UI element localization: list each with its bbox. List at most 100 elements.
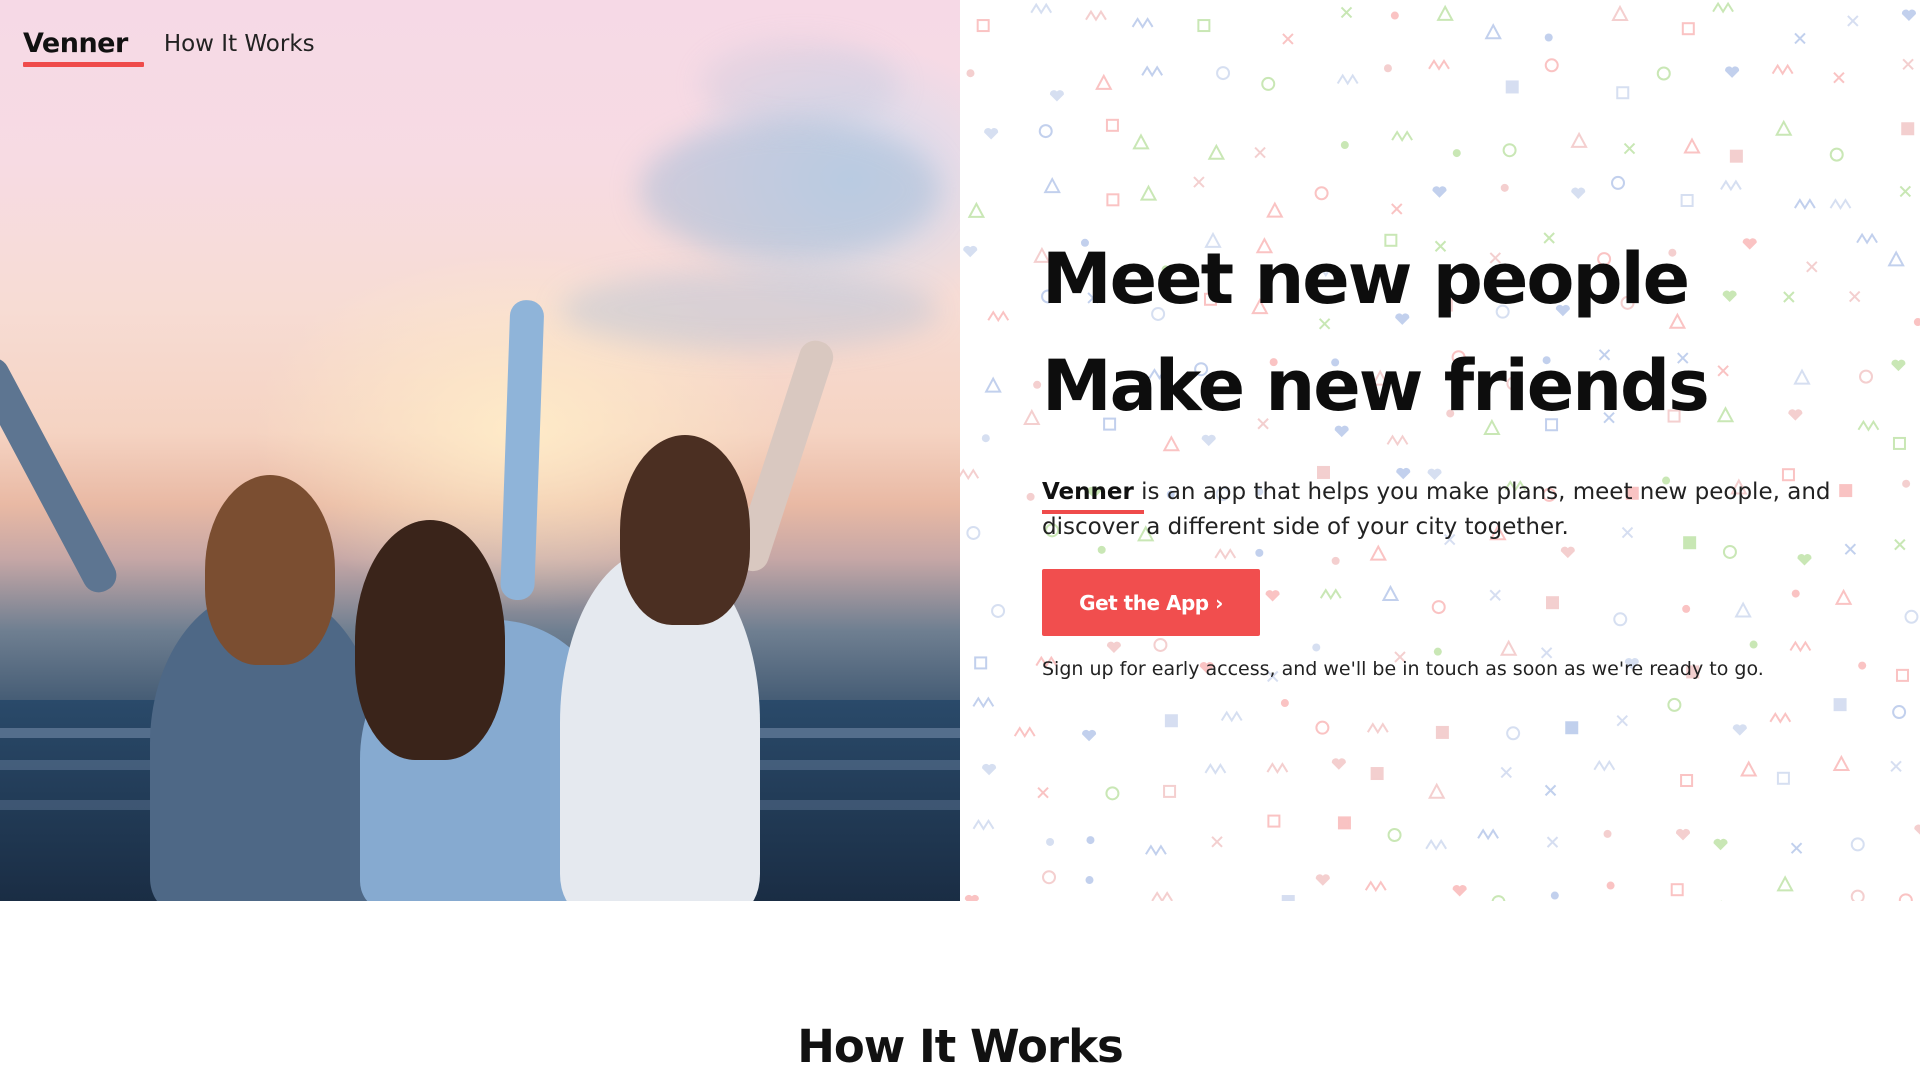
confetti-shape — [1593, 759, 1616, 772]
hero-content: Meet new people Make new friends Venner … — [1042, 226, 1862, 680]
confetti-shape — [1771, 63, 1794, 76]
confetti-shape — [1452, 885, 1467, 897]
confetti-shape — [1049, 90, 1064, 102]
confetti-shape — [1570, 131, 1588, 148]
confetti-shape — [1085, 9, 1107, 22]
hero-photo — [0, 0, 960, 901]
confetti-shape — [1387, 827, 1402, 842]
confetti-shape — [1043, 176, 1061, 194]
confetti-shape — [1606, 881, 1615, 890]
confetti-shape — [1500, 766, 1512, 779]
confetti-shape — [1683, 137, 1701, 154]
confetti-shape — [1776, 771, 1790, 785]
confetti-shape — [1550, 891, 1559, 900]
confetti-shape — [982, 763, 997, 776]
confetti-shape — [1370, 767, 1384, 781]
confetti-shape — [1013, 726, 1036, 739]
confetti-shape — [1095, 73, 1113, 90]
confetti-shape — [1204, 763, 1227, 775]
confetti-shape — [1713, 838, 1728, 851]
confetti-shape — [1500, 183, 1509, 192]
confetti-shape — [1901, 9, 1916, 21]
confetti-shape — [1740, 760, 1758, 777]
confetti-shape — [1030, 2, 1053, 15]
confetti-shape — [1720, 179, 1742, 192]
description-brand: Venner — [1042, 475, 1144, 514]
confetti-shape — [1829, 198, 1852, 210]
confetti-shape — [1340, 6, 1353, 19]
confetti-shape — [1913, 318, 1920, 327]
confetti-shape — [1267, 814, 1281, 828]
confetti-shape — [1603, 829, 1612, 838]
confetti-shape — [1544, 33, 1553, 42]
confetti-shape — [972, 696, 995, 709]
confetti-shape — [1106, 193, 1120, 207]
confetti-shape — [1026, 492, 1035, 501]
confetti-shape — [1623, 142, 1636, 155]
confetti-shape — [1428, 58, 1450, 71]
confetti-shape — [987, 310, 1010, 323]
headline-line-2: Make new friends — [1042, 345, 1710, 427]
confetti-shape — [1887, 250, 1905, 267]
confetti-shape — [1904, 609, 1919, 624]
confetti-shape — [1163, 784, 1177, 798]
nav-link-how-it-works[interactable]: How It Works — [164, 31, 315, 67]
confetti-shape — [1794, 198, 1816, 210]
confetti-shape — [1847, 15, 1859, 27]
confetti-shape — [1220, 710, 1243, 723]
confetti-shape — [1216, 66, 1231, 81]
confetti-shape — [1340, 141, 1349, 150]
confetti-shape — [1725, 66, 1740, 78]
confetti-shape — [1616, 714, 1628, 727]
hero-description: Venner is an app that helps you make pla… — [1042, 475, 1832, 545]
confetti-shape — [1898, 893, 1913, 901]
confetti-shape — [1432, 186, 1447, 198]
confetti-shape — [984, 376, 1002, 393]
confetti-shape — [1776, 875, 1794, 892]
confetti-shape — [1337, 816, 1351, 830]
confetti-shape — [1544, 784, 1557, 797]
top-navigation: Venner How It Works — [23, 28, 315, 67]
confetti-shape — [1832, 754, 1851, 772]
confetti-shape — [1505, 80, 1519, 94]
get-the-app-button[interactable]: Get the App › — [1042, 569, 1260, 636]
confetti-shape — [1366, 722, 1389, 735]
confetti-shape — [1491, 895, 1506, 901]
brand-logo[interactable]: Venner — [23, 28, 144, 67]
confetti-shape — [974, 656, 988, 670]
confetti-shape — [1899, 185, 1912, 198]
confetti-shape — [1211, 836, 1223, 848]
confetti-shape — [1675, 828, 1691, 841]
confetti-shape — [981, 434, 990, 443]
confetti-shape — [1894, 538, 1906, 551]
confetti-shape — [1850, 837, 1865, 852]
confetti-shape — [1033, 380, 1042, 389]
confetti-shape — [1506, 726, 1521, 741]
confetti-shape — [967, 201, 986, 218]
confetti-shape — [1315, 874, 1330, 886]
confetti-shape — [1254, 146, 1266, 159]
confetti-shape — [1790, 842, 1803, 854]
confetti-shape — [1314, 186, 1329, 201]
confetti-shape — [1452, 149, 1461, 158]
confetti-shape — [1890, 760, 1902, 773]
confetti-shape — [1892, 436, 1906, 450]
confetti-shape — [1667, 697, 1682, 712]
how-it-works-title: How It Works — [797, 1020, 1124, 1073]
confetti-shape — [1282, 33, 1294, 45]
confetti-shape — [1732, 724, 1747, 736]
confetti-shape — [963, 245, 978, 258]
confetti-shape — [1023, 408, 1041, 425]
confetti-shape — [1331, 758, 1346, 770]
confetti-shape — [1477, 828, 1499, 841]
confetti-shape — [960, 468, 980, 481]
confetti-shape — [976, 19, 990, 33]
confetti-shape — [1681, 22, 1695, 36]
confetti-shape — [1502, 143, 1517, 158]
early-access-note: Sign up for early access, and we'll be i… — [1042, 658, 1764, 680]
confetti-shape — [1902, 479, 1911, 488]
confetti-shape — [1391, 130, 1413, 143]
confetti-shape — [1391, 203, 1403, 215]
confetti-shape — [1364, 880, 1387, 893]
confetti-shape — [1895, 668, 1909, 682]
